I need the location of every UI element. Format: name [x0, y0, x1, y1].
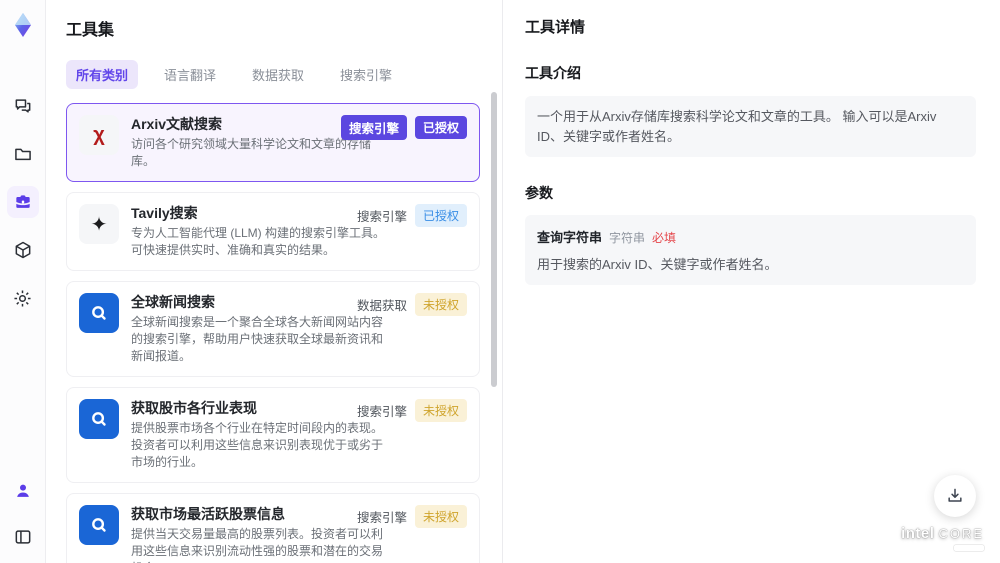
arxiv-icon: χ	[79, 115, 119, 155]
auth-status-badge: 已授权	[414, 204, 467, 227]
download-icon	[948, 488, 962, 502]
news-search-icon	[79, 505, 119, 545]
rail-nav	[6, 90, 39, 314]
tool-badges: 搜索引擎 未授权	[357, 505, 467, 528]
tool-card[interactable]: 获取市场最活跃股票信息提供当天交易量最高的股票列表。投资者可以利用这些信息来识别…	[66, 493, 480, 563]
tab-0[interactable]: 所有类别	[66, 60, 139, 89]
category-badge: 搜索引擎	[356, 511, 407, 525]
tab-2[interactable]: 数据获取	[242, 60, 314, 89]
collapse-panel-icon[interactable]	[7, 521, 39, 553]
category-badge: 搜索引擎	[340, 115, 407, 140]
tool-title: 获取股市各行业表现	[131, 400, 257, 416]
download-button[interactable]	[934, 475, 976, 517]
tool-description: 提供股票市场各个行业在特定时间段内的表现。投资者可以利用这些信息来识别表现优于或…	[131, 421, 384, 469]
tool-card[interactable]: 获取股市各行业表现提供股票市场各个行业在特定时间段内的表现。投资者可以利用这些信…	[66, 387, 480, 483]
scrollbar-thumb[interactable]	[491, 92, 497, 387]
tool-card[interactable]: 全球新闻搜索全球新闻搜索是一个聚合全球各大新闻网站内容的搜索引擎，帮助用户快速获…	[66, 281, 480, 377]
rail-bottom	[7, 475, 39, 553]
auth-status-badge: 未授权	[414, 293, 467, 316]
cube-icon[interactable]	[7, 234, 39, 266]
page-title: 工具集	[66, 22, 115, 39]
folder-icon[interactable]	[7, 138, 39, 170]
detail-title: 工具详情	[525, 19, 586, 36]
tool-badges: 搜索引擎 已授权	[357, 204, 467, 227]
tool-badges: 搜索引擎 已授权	[340, 115, 467, 140]
param-required-flag: 必填	[652, 231, 677, 245]
param-card: 查询字符串 字符串 必填 用于搜索的Arxiv ID、关键字或作者姓名。	[525, 215, 976, 285]
params-heading: 参数	[525, 185, 553, 201]
tools-panel: 工具集 所有类别 语言翻译 数据获取 搜索引擎 χ Arxiv文献搜索 访问各个研究领域大…	[46, 0, 502, 563]
core-wordmark: CORE	[938, 526, 984, 542]
news-search-icon	[79, 293, 119, 333]
tool-title: 获取市场最活跃股票信息	[131, 506, 285, 522]
intro-text: 一个用于从Arxiv存储库搜索科学论文和文章的工具。 输入可以是Arxiv ID…	[525, 96, 976, 157]
param-name: 查询字符串	[537, 230, 603, 245]
tool-detail-panel: 工具详情 工具介绍 一个用于从Arxiv存储库搜索科学论文和文章的工具。 输入可…	[502, 0, 1000, 563]
brand-sub-mark	[954, 545, 984, 551]
auth-status-badge: 未授权	[414, 505, 467, 528]
tool-description: 专为人工智能代理 (LLM) 构建的搜索引擎工具。可快速提供实时、准确和真实的结…	[131, 226, 386, 257]
auth-status-badge: 已授权	[414, 116, 467, 139]
tool-description: 全球新闻搜索是一个聚合全球各大新闻网站内容的搜索引擎，帮助用户快速获取全球最新资…	[131, 315, 384, 363]
param-header-row: 查询字符串 字符串 必填	[537, 227, 964, 246]
tavily-icon: ✦	[79, 204, 119, 244]
tool-badges: 数据获取 未授权	[357, 293, 467, 316]
tool-title: 全球新闻搜索	[131, 294, 215, 310]
intel-wordmark: intel	[901, 525, 935, 543]
news-search-icon	[79, 399, 119, 439]
category-tabs: 所有类别 语言翻译 数据获取 搜索引擎	[66, 60, 502, 89]
tool-card[interactable]: ✦ Tavily搜索专为人工智能代理 (LLM) 构建的搜索引擎工具。可快速提供实…	[66, 192, 480, 271]
param-type: 字符串	[609, 231, 646, 245]
tool-card-list: χ Arxiv文献搜索 访问各个研究领域大量科学论文和文章的存储库。 搜索引擎 已授权 ✦…	[66, 103, 502, 563]
category-badge: 搜索引擎	[356, 210, 407, 224]
intel-core-logo: intel CORE	[901, 525, 984, 551]
app-window: 工具集 所有类别 语言翻译 数据获取 搜索引擎 χ Arxiv文献搜索 访问各个研究领域大…	[0, 0, 1000, 563]
tab-1[interactable]: 语言翻译	[154, 60, 226, 89]
app-logo-icon[interactable]	[8, 10, 38, 40]
tool-badges: 搜索引擎 未授权	[357, 399, 467, 422]
auth-status-badge: 未授权	[414, 399, 467, 422]
intro-heading: 工具介绍	[525, 65, 581, 81]
param-description: 用于搜索的Arxiv ID、关键字或作者姓名。	[537, 257, 778, 272]
tool-title: Tavily搜索	[131, 205, 198, 221]
briefcase-icon[interactable]	[6, 186, 39, 218]
category-badge: 搜索引擎	[356, 405, 407, 419]
category-badge: 数据获取	[356, 299, 407, 313]
tab-3[interactable]: 搜索引擎	[330, 60, 402, 89]
left-rail	[0, 0, 46, 563]
chat-icon[interactable]	[7, 90, 39, 122]
tool-description: 访问各个研究领域大量科学论文和文章的存储库。	[131, 137, 372, 168]
user-icon[interactable]	[7, 475, 39, 507]
gear-icon[interactable]	[7, 282, 39, 314]
tool-description: 提供当天交易量最高的股票列表。投资者可以利用这些信息来识别流动性强的股票和潜在的…	[131, 527, 384, 563]
tool-card[interactable]: χ Arxiv文献搜索 访问各个研究领域大量科学论文和文章的存储库。 搜索引擎 已授权	[66, 103, 480, 182]
